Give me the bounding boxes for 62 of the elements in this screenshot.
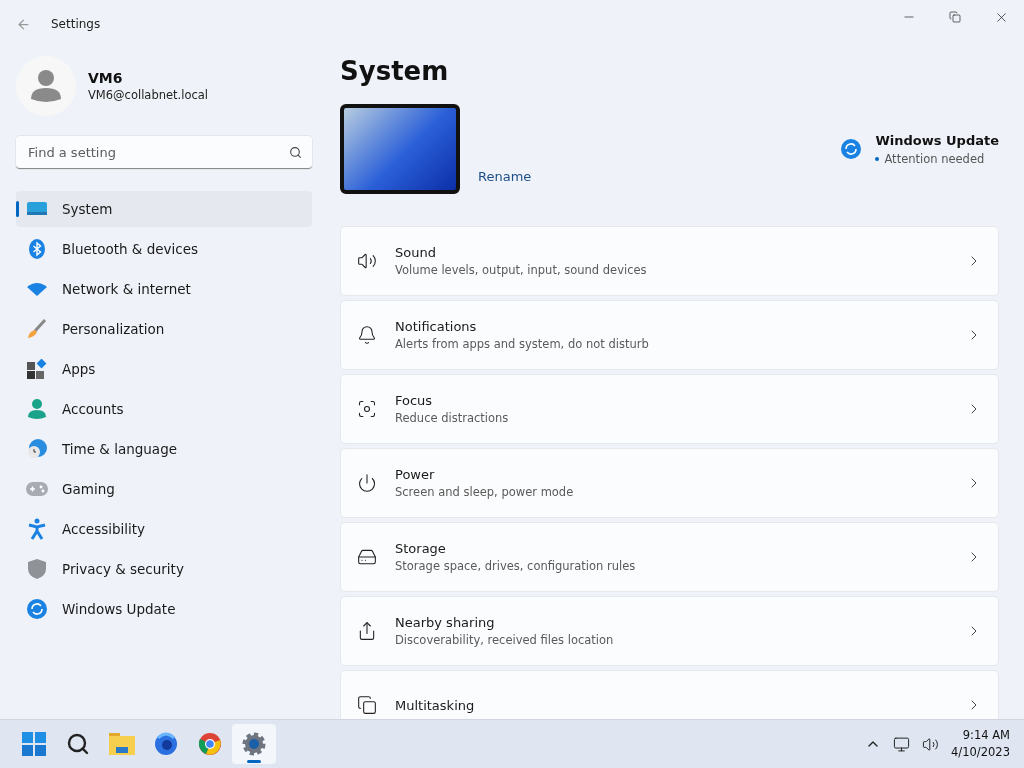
sidebar-item[interactable]: Personalization bbox=[16, 311, 312, 347]
sync-icon bbox=[27, 599, 47, 619]
share-icon bbox=[357, 621, 377, 641]
start-icon bbox=[22, 732, 46, 757]
globe-clock-icon bbox=[27, 439, 47, 459]
browser-icon bbox=[198, 732, 222, 757]
speaker-icon[interactable] bbox=[922, 735, 940, 753]
sidebar-item[interactable]: Apps bbox=[16, 351, 312, 387]
bell-icon bbox=[357, 325, 377, 345]
paintbrush-icon bbox=[27, 319, 47, 339]
sidebar-item[interactable]: Network & internet bbox=[16, 271, 312, 307]
settings-card[interactable]: Multitasking bbox=[340, 670, 999, 720]
status-dot bbox=[875, 156, 880, 161]
taskbar-button[interactable] bbox=[232, 724, 276, 765]
settings-card[interactable]: Sound Volume levels, output, input, sound devices bbox=[340, 226, 999, 296]
window-title: Settings bbox=[51, 17, 101, 31]
folder-icon bbox=[109, 733, 135, 756]
restore-icon[interactable] bbox=[949, 11, 961, 23]
settings-card[interactable]: Nearby sharing Discoverability, received files location bbox=[340, 596, 999, 666]
gamepad-icon bbox=[26, 482, 48, 496]
sidebar-item[interactable]: Bluetooth & devices bbox=[16, 231, 312, 267]
settings-card[interactable]: Storage Storage space, drives, configuration rules bbox=[340, 522, 999, 592]
search-box[interactable]: Find a setting bbox=[16, 136, 312, 169]
sidebar-item[interactable]: Gaming bbox=[16, 471, 312, 507]
search-icon bbox=[289, 145, 302, 159]
sidebar-item[interactable]: System bbox=[16, 191, 312, 227]
speaker-icon bbox=[357, 251, 377, 271]
power-icon bbox=[357, 473, 377, 493]
clock[interactable]: 9:14 AM 4/10/2023 bbox=[951, 727, 1010, 762]
account-email: VM6@collabnet.local bbox=[88, 88, 209, 102]
update-title: Windows Update bbox=[875, 132, 999, 148]
account-name: VM6 bbox=[88, 70, 124, 86]
sidebar-item[interactable]: Accounts bbox=[16, 391, 312, 427]
update-status: Attention needed bbox=[884, 151, 985, 166]
wifi-icon bbox=[27, 282, 47, 296]
monitor-icon bbox=[27, 201, 47, 217]
shield-icon bbox=[28, 559, 46, 579]
apps-icon bbox=[27, 359, 47, 379]
network-icon[interactable] bbox=[893, 735, 911, 753]
sidebar-item[interactable]: Accessibility bbox=[16, 511, 312, 547]
search-icon bbox=[66, 732, 90, 757]
selection-indicator bbox=[16, 201, 19, 217]
sync-icon bbox=[841, 139, 862, 159]
sidebar-item[interactable]: Windows Update bbox=[16, 591, 312, 627]
settings-card[interactable]: Focus Reduce distractions bbox=[340, 374, 999, 444]
gear-icon bbox=[242, 732, 266, 757]
back-icon[interactable] bbox=[16, 16, 31, 32]
page-title: System bbox=[340, 56, 450, 86]
accessibility-icon bbox=[28, 518, 46, 540]
settings-card[interactable]: Notifications Alerts from apps and system, do not disturb bbox=[340, 300, 999, 370]
bluetooth-icon bbox=[27, 239, 47, 259]
person-icon bbox=[31, 69, 61, 103]
sidebar-item[interactable]: Privacy & security bbox=[16, 551, 312, 587]
active-indicator bbox=[247, 760, 261, 764]
focus-icon bbox=[357, 399, 377, 419]
search-field[interactable]: Find a setting bbox=[26, 143, 289, 161]
person-icon bbox=[28, 399, 46, 419]
sidebar-item[interactable]: Time & language bbox=[16, 431, 312, 467]
settings-card[interactable]: Power Screen and sleep, power mode bbox=[340, 448, 999, 518]
drive-icon bbox=[357, 547, 377, 567]
browser-icon bbox=[154, 732, 178, 757]
rename-link[interactable]: Rename bbox=[478, 169, 532, 184]
